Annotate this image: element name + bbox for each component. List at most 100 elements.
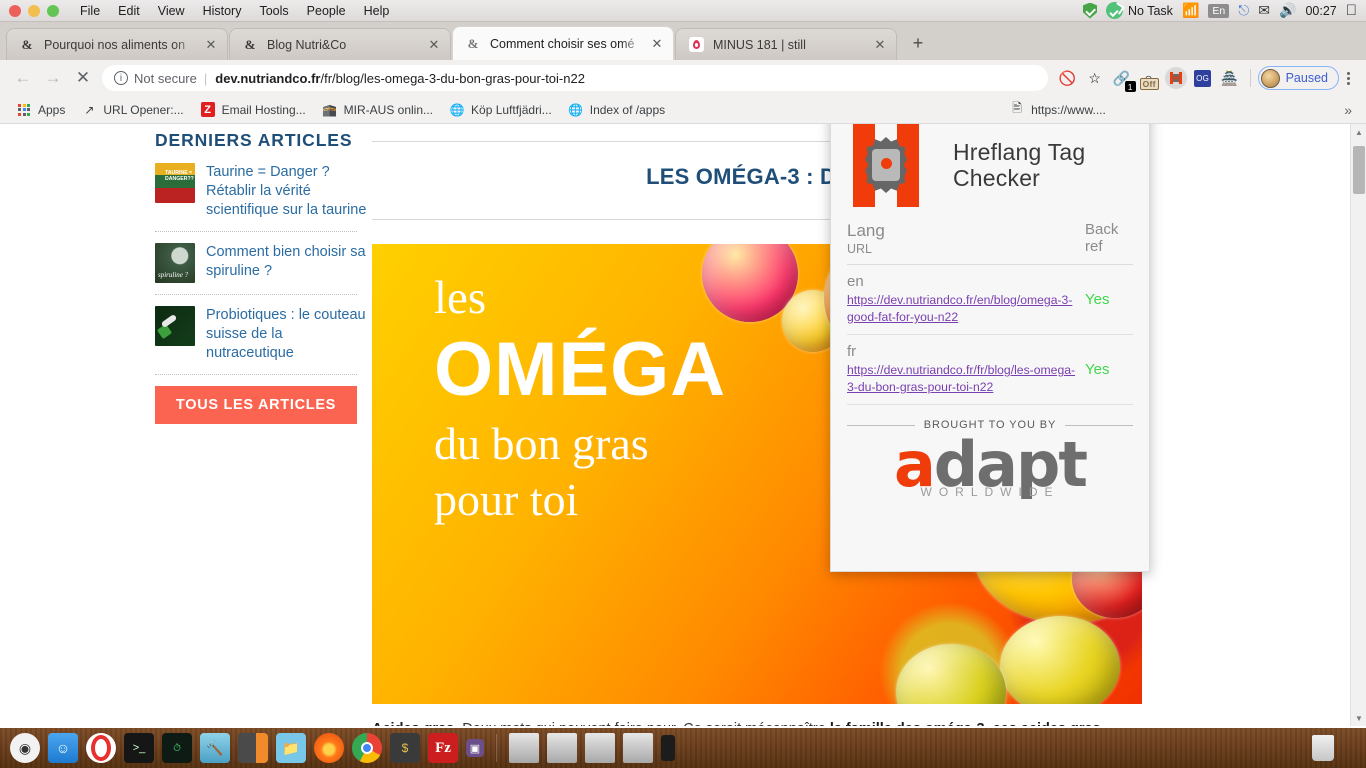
scroll-up-arrow[interactable]: ▲	[1351, 124, 1366, 140]
wifi-icon[interactable]: 📶	[1182, 2, 1199, 19]
address-bar[interactable]: i Not secure | dev.nutriandco.fr/fr/blog…	[102, 65, 1048, 91]
bluetooth-icon[interactable]: ⎋	[1238, 2, 1249, 19]
tab-close-button[interactable]: ✕	[203, 37, 219, 53]
tab-blog-nutri-and-co[interactable]: & Blog Nutri&Co ✕	[229, 28, 451, 60]
chrome-icon[interactable]	[352, 733, 382, 763]
bookmark-star-icon[interactable]: ☆	[1082, 65, 1108, 91]
close-window-button[interactable]	[9, 4, 21, 17]
row-url-link[interactable]: https://dev.nutriandco.fr/fr/blog/les-om…	[847, 362, 1079, 396]
all-articles-button[interactable]: TOUS LES ARTICLES	[155, 386, 357, 424]
tab-close-button[interactable]: ✕	[649, 36, 665, 52]
menu-file[interactable]: File	[71, 0, 109, 22]
clock[interactable]: 00:27	[1305, 4, 1336, 18]
minimize-window-button[interactable]	[28, 4, 40, 17]
sidebar-article-item[interactable]: Comment bien choisir sa spiruline ?	[140, 243, 372, 283]
kebab-menu-icon[interactable]	[1339, 71, 1358, 85]
page-sidebar: DERNIERS ARTICLES Taurine = Danger ? Rét…	[140, 124, 372, 726]
hreflang-tag-checker-icon[interactable]	[1163, 65, 1189, 91]
tab-close-button[interactable]: ✕	[872, 37, 888, 53]
task-status[interactable]: No Task	[1106, 2, 1173, 19]
keyboard-layout-indicator[interactable]: En	[1208, 3, 1230, 18]
sidebar-article-item[interactable]: Taurine = Danger ? Rétablir la vérité sc…	[140, 163, 372, 220]
filezilla-icon[interactable]: Fz	[428, 733, 458, 763]
sidebar-article-item[interactable]: Probiotiques : le couteau suisse de la n…	[140, 306, 372, 363]
maximize-window-button[interactable]	[47, 4, 59, 17]
tab-title: Comment choisir ses omé	[490, 36, 635, 51]
menu-edit[interactable]: Edit	[109, 0, 149, 22]
tab-close-button[interactable]: ✕	[426, 37, 442, 53]
drive-icon[interactable]	[509, 733, 539, 763]
tab-pourquoi-nos-aliments[interactable]: & Pourquoi nos aliments on ✕	[6, 28, 228, 60]
bookmark-email-hosting[interactable]: Z Email Hosting...	[192, 100, 314, 120]
menu-people[interactable]: People	[298, 0, 355, 22]
hreflang-tag-checker-popup: Hreflang Tag Checker Lang URL Back ref e…	[830, 124, 1150, 572]
window-traffic-lights[interactable]	[9, 4, 59, 17]
sidebar-article-link[interactable]: Probiotiques : le couteau suisse de la n…	[206, 306, 372, 363]
drive-icon[interactable]	[623, 733, 653, 763]
device-icon[interactable]	[661, 735, 675, 761]
opera-icon[interactable]	[86, 733, 116, 763]
cookie-blocker-icon[interactable]: 🚫	[1055, 65, 1081, 91]
bookmark-apps[interactable]: Apps	[8, 100, 73, 120]
url-path: /fr/blog/les-omega-3-du-bon-gras-pour-to…	[320, 70, 585, 86]
apple-icon[interactable]: 	[1346, 3, 1357, 18]
mail-icon[interactable]: ✉	[1258, 2, 1270, 19]
os-status-area: No Task 📶 En ⎋ ✉ 🔊 00:27 	[1083, 2, 1366, 19]
volume-icon[interactable]: 🔊	[1279, 2, 1296, 19]
hero-headline: les OMÉGA du bon gras pour toi	[434, 272, 726, 528]
bookmark-index-of-apps[interactable]: 🌐 Index of /apps	[560, 100, 673, 120]
files-icon[interactable]: 📁	[276, 733, 306, 763]
sidebar-article-link[interactable]: Taurine = Danger ? Rétablir la vérité sc…	[206, 163, 372, 220]
vertical-scrollbar[interactable]: ▲ ▼	[1350, 124, 1366, 726]
url-text: dev.nutriandco.fr/fr/blog/les-omega-3-du…	[215, 71, 585, 86]
scrollbar-thumb[interactable]	[1353, 146, 1365, 194]
menu-view[interactable]: View	[149, 0, 194, 22]
drive-icon[interactable]	[585, 733, 615, 763]
popup-header: Hreflang Tag Checker	[847, 124, 1133, 221]
activity-monitor-icon[interactable]: ⏱	[162, 733, 192, 763]
finder-alt-icon[interactable]: ◉	[10, 733, 40, 763]
bubble	[1000, 616, 1120, 704]
xcode-icon[interactable]: 🔨	[200, 733, 230, 763]
popup-title: Hreflang Tag Checker	[953, 139, 1085, 191]
taurine-thumb	[155, 163, 195, 203]
colored-squares-icon: 🖹	[1012, 101, 1022, 115]
bookmark-label: Köp Luftfjädri...	[471, 102, 552, 117]
notes-icon[interactable]	[238, 733, 268, 763]
new-tab-button[interactable]: +	[904, 29, 932, 57]
tab-comment-choisir-ses-omega[interactable]: & Comment choisir ses omé ✕	[452, 26, 674, 60]
trash-icon[interactable]	[1312, 735, 1334, 761]
shield-icon[interactable]	[1083, 2, 1097, 19]
info-circle-icon[interactable]: i	[114, 71, 128, 85]
bookmarks-overflow-button[interactable]: »	[1344, 102, 1358, 118]
bookmark-kop-luftfjadri[interactable]: 🌐 Köp Luftfjädri...	[441, 100, 560, 120]
sequel-pro-icon[interactable]: $	[390, 733, 420, 763]
body-bold-2: la famille des oméga-3, ces acides gras	[830, 721, 1101, 726]
lighthouse-icon[interactable]: 🏯	[1217, 65, 1243, 91]
menu-tools[interactable]: Tools	[250, 0, 297, 22]
tab-title: Pourquoi nos aliments on	[44, 37, 186, 52]
og-preview-icon[interactable]: OG	[1190, 65, 1216, 91]
scroll-down-arrow[interactable]: ▼	[1351, 710, 1366, 726]
bookmark-https-www[interactable]: 🖹 https://www....	[1001, 100, 1114, 120]
drive-icon[interactable]	[547, 733, 577, 763]
menu-history[interactable]: History	[194, 0, 251, 22]
sidebar-article-link[interactable]: Comment bien choisir sa spiruline ?	[206, 243, 372, 283]
link-clip-icon[interactable]: 🔗 1	[1109, 65, 1136, 92]
terminal-icon[interactable]: >_	[124, 733, 154, 763]
screenshot-icon[interactable]: ▣	[466, 739, 484, 757]
bookmark-url-opener[interactable]: ↗ URL Opener:...	[73, 100, 191, 120]
bookmark-mir-aus[interactable]: 🕋 MIR-AUS onlin...	[314, 100, 441, 120]
firefox-icon[interactable]	[314, 733, 344, 763]
finder-icon[interactable]: ☺	[48, 733, 78, 763]
adapt-worldwide-logo[interactable]: adapt WORLDWIDE	[847, 431, 1133, 503]
off-toggle-icon[interactable]: ○Off	[1136, 65, 1162, 91]
stop-loading-button[interactable]: ✕	[68, 63, 98, 93]
forward-button[interactable]: →	[38, 63, 68, 93]
zoho-icon: Z	[200, 102, 216, 118]
menu-help[interactable]: Help	[355, 0, 399, 22]
tab-minus-181-still[interactable]: MINUS 181 | still ✕	[675, 28, 897, 60]
back-button[interactable]: ←	[8, 63, 38, 93]
profile-button[interactable]: Paused	[1257, 66, 1339, 90]
row-url-link[interactable]: https://dev.nutriandco.fr/en/blog/omega-…	[847, 292, 1079, 326]
